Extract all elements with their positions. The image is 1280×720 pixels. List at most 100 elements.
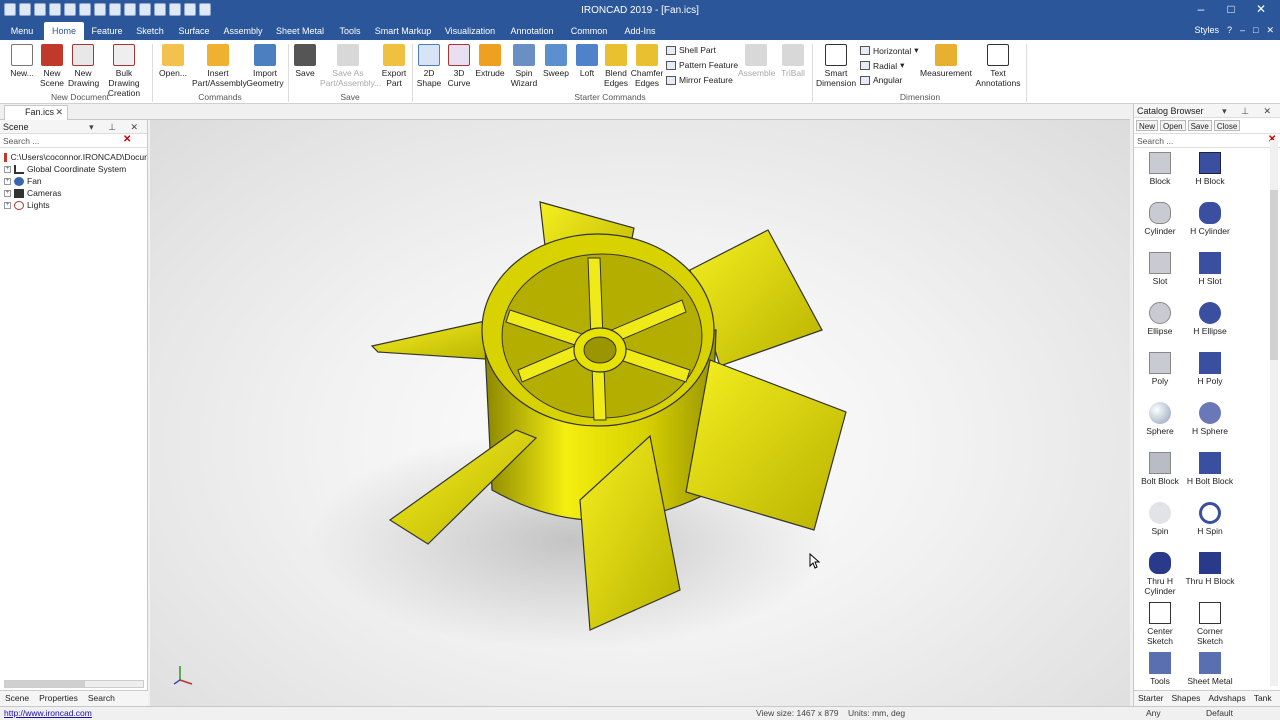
catalog-item-thru-h-cylinder[interactable]: Thru H Cylinder (1134, 552, 1186, 596)
catalog-open-button[interactable]: Open (1160, 120, 1186, 131)
tab-feature[interactable]: Feature (88, 22, 126, 40)
new-drawing-button[interactable]: New Drawing (68, 44, 99, 88)
scene-horizontal-scrollbar[interactable] (4, 680, 144, 688)
shell-part-button[interactable]: Shell Part (666, 45, 716, 55)
document-tab[interactable]: Fan.ics ✕ (4, 105, 68, 120)
tab-tools[interactable]: Tools (334, 22, 366, 40)
blend-edges-button[interactable]: Blend Edges (602, 44, 630, 88)
catalog-item-h-block[interactable]: H Block (1184, 152, 1236, 186)
catalog-item-ellipse[interactable]: Ellipse (1134, 302, 1186, 336)
website-link[interactable]: http://www.ironcad.com (4, 707, 92, 720)
tab-home[interactable]: Home (44, 22, 84, 40)
spin-wizard-button[interactable]: Spin Wizard (508, 44, 540, 88)
catalog-new-button[interactable]: New (1136, 120, 1159, 131)
tab-sketch[interactable]: Sketch (132, 22, 168, 40)
catalog-item-h-ellipse[interactable]: H Ellipse (1184, 302, 1236, 336)
catalog-item-center-sketch[interactable]: Center Sketch (1134, 602, 1186, 646)
catalog-item-h-slot[interactable]: H Slot (1184, 252, 1236, 286)
3d-viewport[interactable] (150, 120, 1130, 706)
catalog-search-input[interactable]: Search ... ✕ (1134, 134, 1280, 148)
tab-annotation[interactable]: Annotation (506, 22, 558, 40)
open-button[interactable]: Open... (158, 44, 188, 78)
assemble-button[interactable]: Assemble (738, 44, 775, 78)
expand-icon[interactable]: + (4, 177, 11, 185)
angular-dimension-button[interactable]: Angular (860, 75, 902, 85)
panel-controls-icon[interactable]: ▾ ⊥ ✕ (89, 120, 144, 134)
tab-add-ins[interactable]: Add-Ins (618, 22, 662, 40)
tab-sheet-metal[interactable]: Sheet Metal (274, 22, 326, 40)
tab-tank[interactable]: Tank (1250, 691, 1276, 706)
style-select[interactable]: Default (1206, 707, 1233, 720)
catalog-item-tools[interactable]: Tools (1134, 652, 1186, 686)
catalog-item-h-bolt-block[interactable]: H Bolt Block (1184, 452, 1236, 486)
import-geometry-button[interactable]: Import Geometry (246, 44, 284, 88)
catalog-item-poly[interactable]: Poly (1134, 352, 1186, 386)
tab-common[interactable]: Common (566, 22, 612, 40)
maximize-icon[interactable]: □ (1216, 2, 1246, 16)
catalog-item-sphere[interactable]: Sphere (1134, 402, 1186, 436)
insert-part-button[interactable]: Insert Part/Assembly (192, 44, 247, 88)
tab-scene[interactable]: Scene (0, 691, 34, 706)
catalog-item-cylinder[interactable]: Cylinder (1134, 202, 1186, 236)
smart-dimension-button[interactable]: Smart Dimension (816, 44, 856, 88)
scene-search-input[interactable]: Search ... ✕ (0, 134, 147, 148)
clear-search-icon[interactable]: ✕ (123, 135, 133, 145)
catalog-controls-icon[interactable]: ▾ ⊥ ✕ (1222, 104, 1277, 118)
chamfer-edges-button[interactable]: Chamfer Edges (630, 44, 664, 88)
tab-surface[interactable]: Surface (174, 22, 214, 40)
catalog-item-h-cylinder[interactable]: H Cylinder (1184, 202, 1236, 236)
new-button[interactable]: New... (8, 44, 36, 78)
tree-item-root[interactable]: C:\Users\coconnor.IRONCAD\Docur (4, 151, 147, 163)
loft-button[interactable]: Loft (574, 44, 600, 78)
save-button[interactable]: Save (292, 44, 318, 78)
expand-icon[interactable]: + (4, 189, 11, 197)
tree-item-cameras[interactable]: + Cameras (4, 187, 147, 199)
extrude-button[interactable]: Extrude (474, 44, 506, 78)
2d-shape-button[interactable]: 2D Shape (414, 44, 444, 88)
catalog-item-h-poly[interactable]: H Poly (1184, 352, 1236, 386)
tree-item-lights[interactable]: + Lights (4, 199, 147, 211)
catalog-item-sheet-metal[interactable]: Sheet Metal (1184, 652, 1236, 686)
new-scene-button[interactable]: New Scene (38, 44, 66, 88)
ribbon-minimize-icon[interactable]: – (1240, 25, 1245, 36)
3d-curve-button[interactable]: 3D Curve (446, 44, 472, 88)
tab-starter[interactable]: Starter (1134, 691, 1168, 706)
tab-smart-markup[interactable]: Smart Markup (374, 22, 432, 40)
pattern-feature-button[interactable]: Pattern Feature (666, 60, 738, 70)
tab-visualization[interactable]: Visualization (442, 22, 498, 40)
expand-icon[interactable]: + (4, 201, 11, 209)
mirror-feature-button[interactable]: Mirror Feature (666, 75, 733, 85)
catalog-item-h-spin[interactable]: H Spin (1184, 502, 1236, 536)
scrollbar-thumb[interactable] (5, 681, 85, 687)
scrollbar-thumb[interactable] (1270, 190, 1278, 360)
radial-dropdown-icon[interactable]: ▾ (900, 60, 904, 71)
radial-dimension-button[interactable]: Radial ▾ (860, 60, 904, 71)
catalog-item-bolt-block[interactable]: Bolt Block (1134, 452, 1186, 486)
help-icon[interactable]: ? (1227, 25, 1232, 36)
expand-icon[interactable]: + (4, 165, 11, 173)
catalog-save-button[interactable]: Save (1187, 120, 1212, 131)
tab-shapes[interactable]: Shapes (1168, 691, 1205, 706)
tab-properties[interactable]: Properties (34, 691, 83, 706)
save-as-button[interactable]: Save As Part/Assembly... (320, 44, 381, 88)
tree-item-global-coordinate-system[interactable]: + Global Coordinate System (4, 163, 147, 175)
catalog-item-thru-h-block[interactable]: Thru H Block (1184, 552, 1236, 586)
ribbon-restore-icon[interactable]: □ (1253, 25, 1258, 36)
catalog-item-h-sphere[interactable]: H Sphere (1184, 402, 1236, 436)
catalog-item-corner-sketch[interactable]: Corner Sketch (1184, 602, 1236, 646)
tab-assembly[interactable]: Assembly (220, 22, 266, 40)
horizontal-dimension-button[interactable]: Horizontal ▾ (860, 45, 919, 56)
tab-menu[interactable]: Menu (4, 22, 40, 40)
bulk-drawing-button[interactable]: Bulk Drawing Creation (100, 44, 148, 98)
styles-dropdown[interactable]: Styles (1194, 25, 1219, 36)
catalog-close-button[interactable]: Close (1213, 120, 1241, 131)
selection-filter-select[interactable]: Any (1146, 707, 1161, 720)
doc-close-icon[interactable]: ✕ (1266, 25, 1274, 36)
catalog-item-slot[interactable]: Slot (1134, 252, 1186, 286)
tree-item-fan[interactable]: + Fan (4, 175, 147, 187)
triball-button[interactable]: TriBall (778, 44, 808, 78)
export-part-button[interactable]: Export Part (378, 44, 410, 88)
tab-close-icon[interactable]: ✕ (55, 106, 63, 119)
catalog-item-block[interactable]: Block (1134, 152, 1186, 186)
measurement-button[interactable]: Measurement (918, 44, 974, 78)
